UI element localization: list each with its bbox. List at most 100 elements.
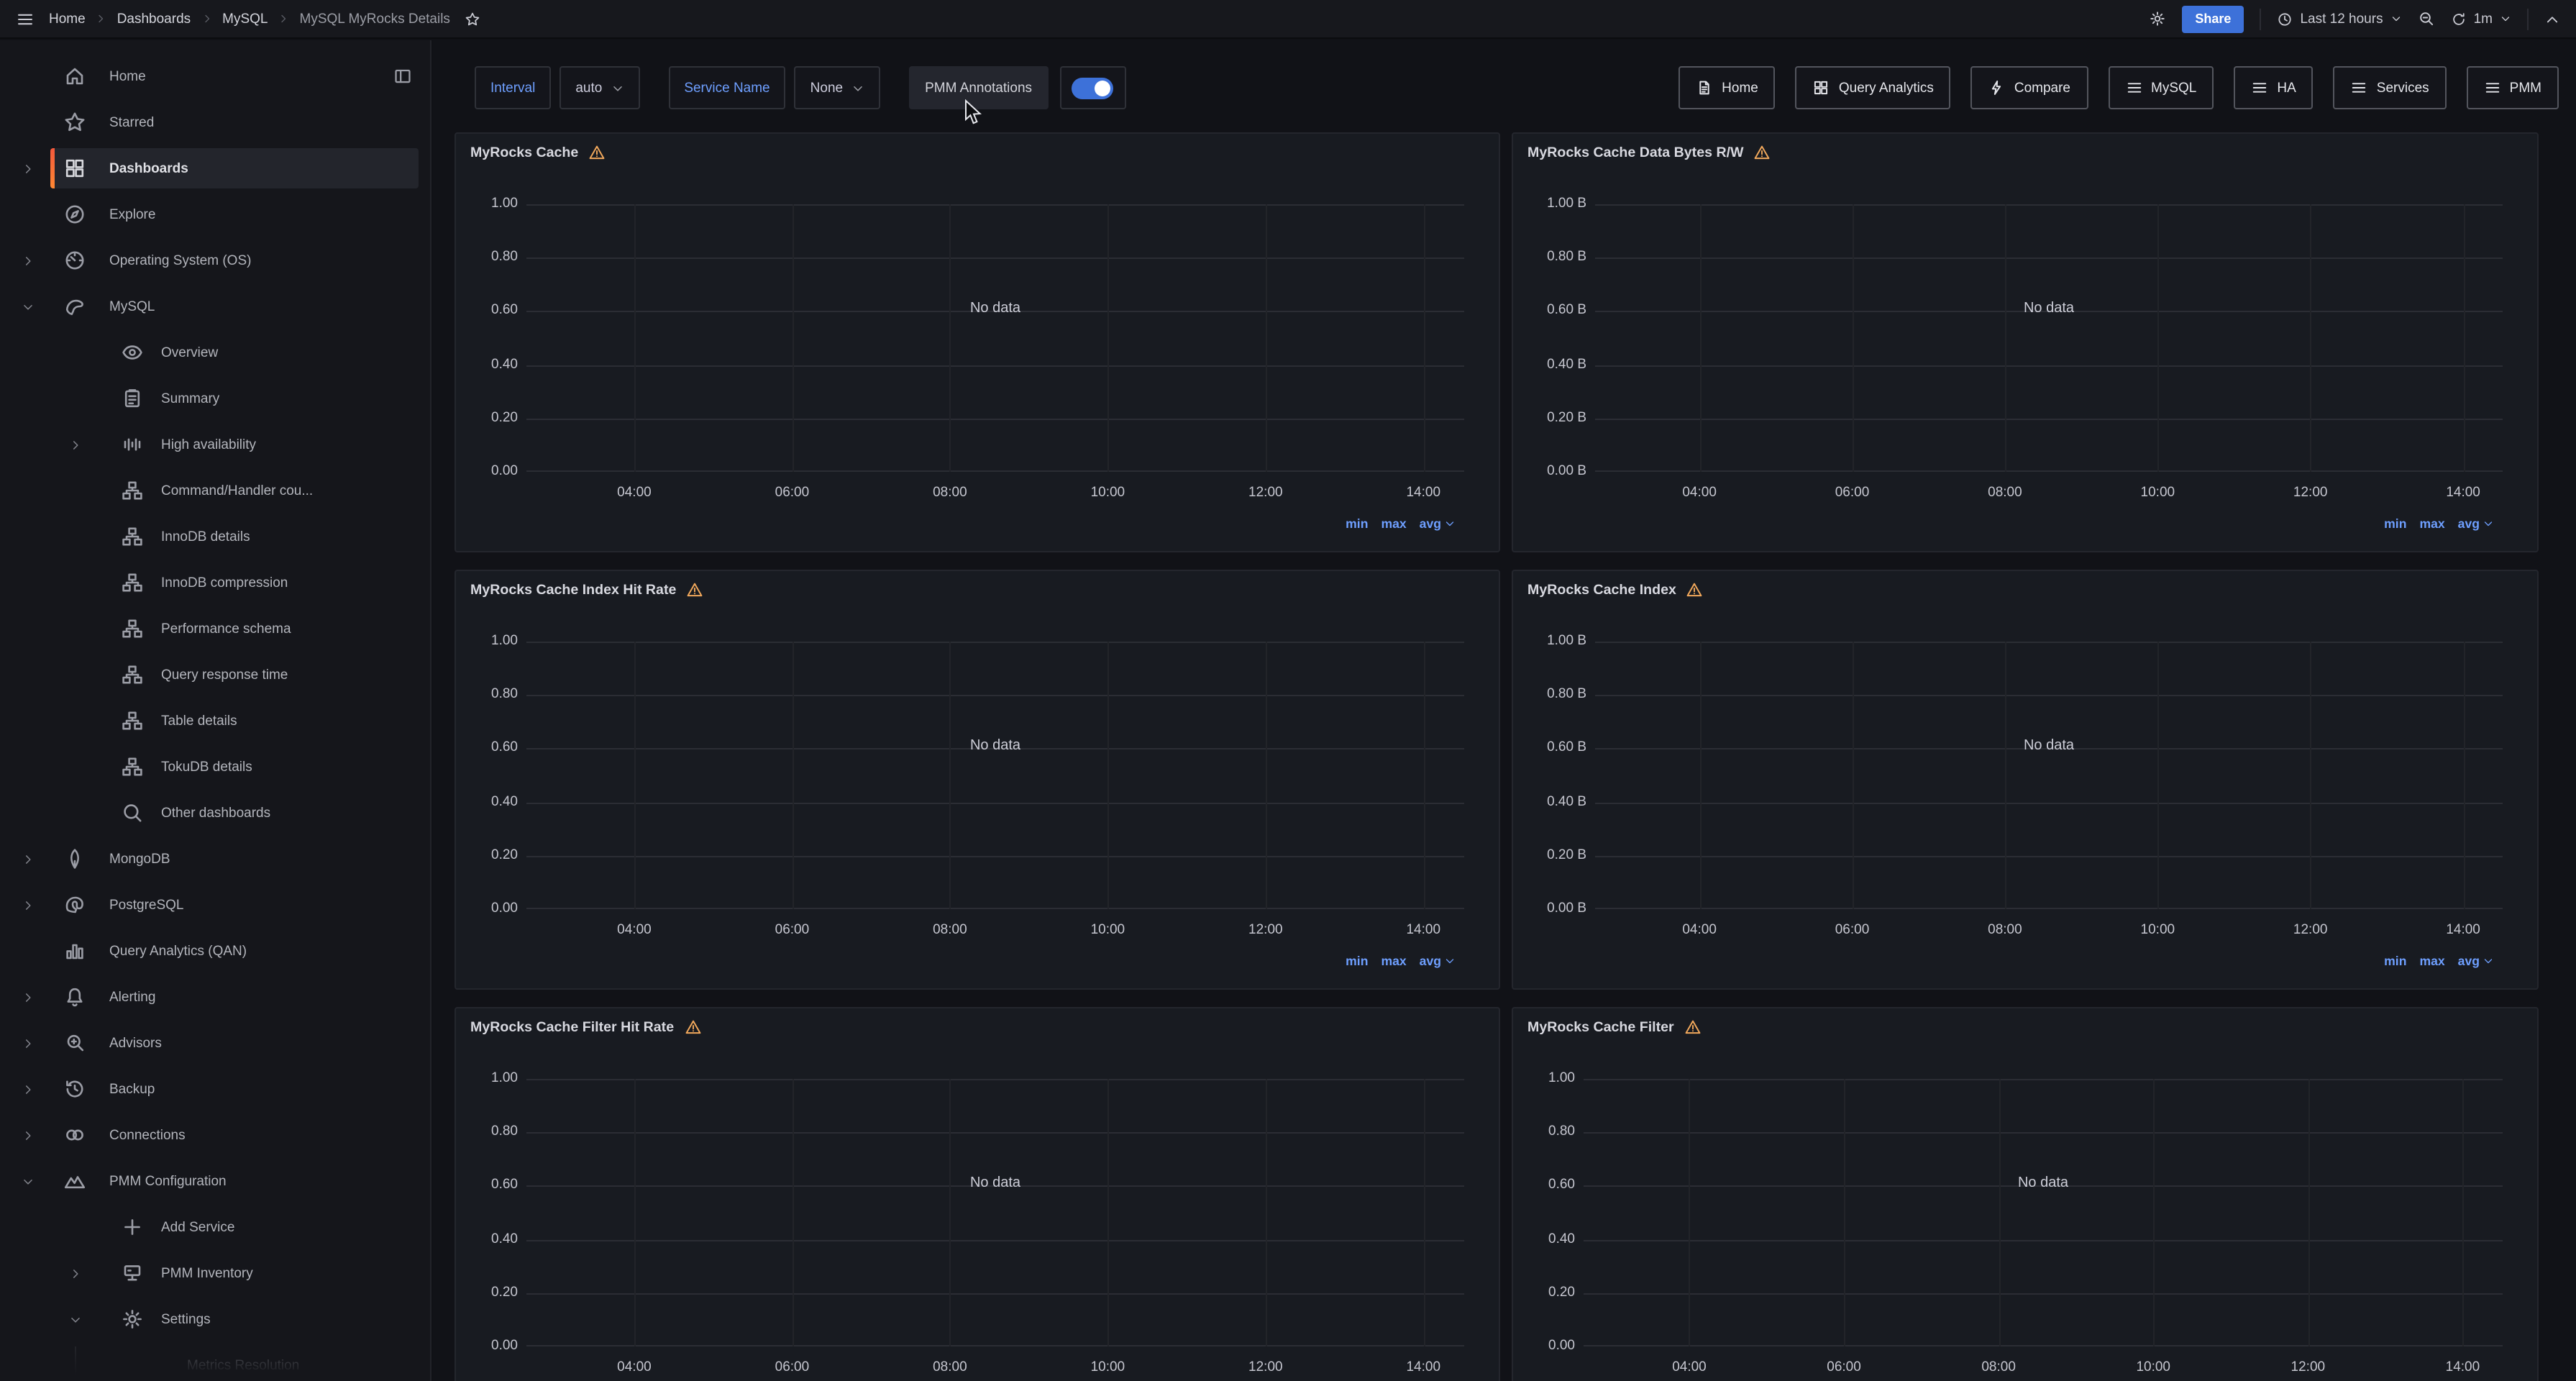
legend-item-max[interactable]: max bbox=[2419, 516, 2444, 531]
menu-toggle-button[interactable] bbox=[16, 9, 35, 28]
chart-bar-icon bbox=[63, 939, 86, 962]
chevron-down-icon[interactable] bbox=[19, 300, 36, 313]
pmm-annotations-toggle[interactable] bbox=[1072, 77, 1113, 99]
y-axis-tick-label: 0.80 B bbox=[1525, 686, 1586, 703]
variable-value-interval[interactable]: auto bbox=[559, 66, 639, 109]
chevron-right-icon[interactable] bbox=[19, 1036, 36, 1049]
legend-item-min[interactable]: min bbox=[1346, 516, 1368, 531]
nav-button-compare[interactable]: Compare bbox=[1971, 66, 2088, 109]
share-button[interactable]: Share bbox=[2182, 5, 2244, 32]
dock-menu-button[interactable] bbox=[393, 66, 413, 86]
x-axis-tick-label: 14:00 bbox=[2446, 485, 2480, 501]
favorite-star-button[interactable] bbox=[465, 11, 480, 27]
warning-icon[interactable] bbox=[1686, 581, 1704, 598]
panel-title[interactable]: MyRocks Cache bbox=[470, 145, 578, 160]
chevron-right-icon[interactable] bbox=[19, 898, 36, 911]
sidebar-item-innodb-compression[interactable]: InnoDB compression bbox=[0, 560, 430, 606]
gridline-vertical bbox=[1266, 642, 1267, 909]
sidebar-item-other-dashboards[interactable]: Other dashboards bbox=[0, 790, 430, 836]
sidebar-item-postgresql[interactable]: PostgreSQL bbox=[0, 882, 430, 928]
panel-title[interactable]: MyRocks Cache Data Bytes R/W bbox=[1527, 145, 1744, 160]
legend-item-max[interactable]: max bbox=[2419, 954, 2444, 968]
chevron-right-icon[interactable] bbox=[66, 1267, 83, 1280]
collapse-topbar-button[interactable] bbox=[2544, 11, 2560, 27]
sidebar-item-pmm-inventory[interactable]: PMM Inventory bbox=[0, 1250, 430, 1296]
nav-button-home[interactable]: Home bbox=[1678, 66, 1776, 109]
chevron-down-icon[interactable] bbox=[19, 1175, 36, 1188]
warning-icon[interactable] bbox=[588, 144, 606, 161]
sidebar-item-tokudb-details[interactable]: TokuDB details bbox=[0, 744, 430, 790]
variable-value-service-name[interactable]: None bbox=[795, 66, 880, 109]
sidebar-item-add-service[interactable]: Add Service bbox=[0, 1204, 430, 1250]
sidebar-item-pmm-configuration[interactable]: PMM Configuration bbox=[0, 1158, 430, 1204]
y-axis-tick-label: 0.80 B bbox=[1525, 249, 1586, 266]
sidebar-item-mysql[interactable]: MySQL bbox=[0, 283, 430, 329]
panel-title[interactable]: MyRocks Cache Filter Hit Rate bbox=[470, 1019, 674, 1035]
sidebar-item-command-handler-cou[interactable]: Command/Handler cou... bbox=[0, 468, 430, 514]
dashboard-settings-button[interactable] bbox=[2149, 10, 2166, 27]
nav-button-label: Services bbox=[2377, 80, 2429, 96]
nav-button-pmm[interactable]: PMM bbox=[2467, 66, 2559, 109]
chevron-right-icon bbox=[201, 13, 212, 24]
sidebar-item-metrics-resolution[interactable]: Metrics Resolution bbox=[0, 1342, 430, 1381]
warning-icon[interactable] bbox=[684, 1018, 701, 1036]
chevron-right-icon[interactable] bbox=[19, 1129, 36, 1141]
sidebar-item-innodb-details[interactable]: InnoDB details bbox=[0, 514, 430, 560]
sidebar-item-operating-system-os[interactable]: Operating System (OS) bbox=[0, 237, 430, 283]
sidebar-item-home[interactable]: Home bbox=[0, 53, 430, 99]
sidebar-item-settings[interactable]: Settings bbox=[0, 1296, 430, 1342]
legend-item-min[interactable]: min bbox=[2384, 954, 2406, 968]
nav-button-services[interactable]: Services bbox=[2334, 66, 2447, 109]
legend-item-label: max bbox=[1381, 516, 1406, 531]
legend-item-avg[interactable]: avg bbox=[2458, 954, 2494, 968]
chevron-right-icon[interactable] bbox=[19, 254, 36, 267]
sidebar-item-advisors[interactable]: Advisors bbox=[0, 1020, 430, 1066]
sidebar-item-alerting[interactable]: Alerting bbox=[0, 974, 430, 1020]
sidebar-item-high-availability[interactable]: High availability bbox=[0, 421, 430, 468]
breadcrumb-item[interactable]: Home bbox=[49, 11, 86, 27]
refresh-picker[interactable]: 1m bbox=[2451, 11, 2511, 27]
legend-item-max[interactable]: max bbox=[1381, 516, 1406, 531]
breadcrumb-item[interactable]: MySQL bbox=[222, 11, 268, 27]
chevron-right-icon[interactable] bbox=[19, 852, 36, 865]
nav-button-mysql[interactable]: MySQL bbox=[2108, 66, 2214, 109]
breadcrumb-item[interactable]: Dashboards bbox=[117, 11, 191, 27]
nav-button-query-analytics[interactable]: Query Analytics bbox=[1796, 66, 1951, 109]
chevron-right-icon[interactable] bbox=[19, 1083, 36, 1095]
panel-title[interactable]: MyRocks Cache Index bbox=[1527, 582, 1676, 598]
chevron-down-icon[interactable] bbox=[66, 1313, 83, 1326]
sidebar-item-dashboards[interactable]: Dashboards bbox=[0, 145, 430, 191]
legend-item-avg[interactable]: avg bbox=[2458, 516, 2494, 531]
legend-item-min[interactable]: min bbox=[2384, 516, 2406, 531]
warning-icon[interactable] bbox=[1754, 144, 1771, 161]
sidebar-item-performance-schema[interactable]: Performance schema bbox=[0, 606, 430, 652]
chevron-right-icon[interactable] bbox=[66, 438, 83, 451]
nav-button-ha[interactable]: HA bbox=[2234, 66, 2313, 109]
legend-item-max[interactable]: max bbox=[1381, 954, 1406, 968]
sidebar-item-connections[interactable]: Connections bbox=[0, 1112, 430, 1158]
sidebar-item-backup[interactable]: Backup bbox=[0, 1066, 430, 1112]
sidebar-item-query-response-time[interactable]: Query response time bbox=[0, 652, 430, 698]
warning-icon[interactable] bbox=[686, 581, 703, 598]
legend-item-avg[interactable]: avg bbox=[1420, 954, 1456, 968]
zoom-out-time-button[interactable] bbox=[2418, 10, 2435, 27]
x-axis-tick-label: 14:00 bbox=[1406, 485, 1440, 501]
chevron-right-icon[interactable] bbox=[19, 990, 36, 1003]
panel-title[interactable]: MyRocks Cache Filter bbox=[1527, 1019, 1674, 1035]
sidebar-item-starred[interactable]: Starred bbox=[0, 99, 430, 145]
panel-title[interactable]: MyRocks Cache Index Hit Rate bbox=[470, 582, 676, 598]
sidebar-item-summary[interactable]: Summary bbox=[0, 375, 430, 421]
sidebar-item-mongodb[interactable]: MongoDB bbox=[0, 836, 430, 882]
legend-item-avg[interactable]: avg bbox=[1420, 516, 1456, 531]
chevron-right-icon[interactable] bbox=[19, 162, 36, 175]
time-range-picker[interactable]: Last 12 hours bbox=[2277, 11, 2401, 27]
nav-button-label: PMM bbox=[2510, 80, 2541, 96]
sidebar-item-query-analytics-qan[interactable]: Query Analytics (QAN) bbox=[0, 928, 430, 974]
sidebar-item-table-details[interactable]: Table details bbox=[0, 698, 430, 744]
sidebar-item-explore[interactable]: Explore bbox=[0, 191, 430, 237]
breadcrumb-item[interactable]: MySQL MyRocks Details bbox=[300, 11, 450, 27]
y-axis-tick-label: 0.00 B bbox=[1525, 463, 1586, 480]
warning-icon[interactable] bbox=[1684, 1018, 1702, 1036]
legend-item-min[interactable]: min bbox=[1346, 954, 1368, 968]
sidebar-item-overview[interactable]: Overview bbox=[0, 329, 430, 375]
